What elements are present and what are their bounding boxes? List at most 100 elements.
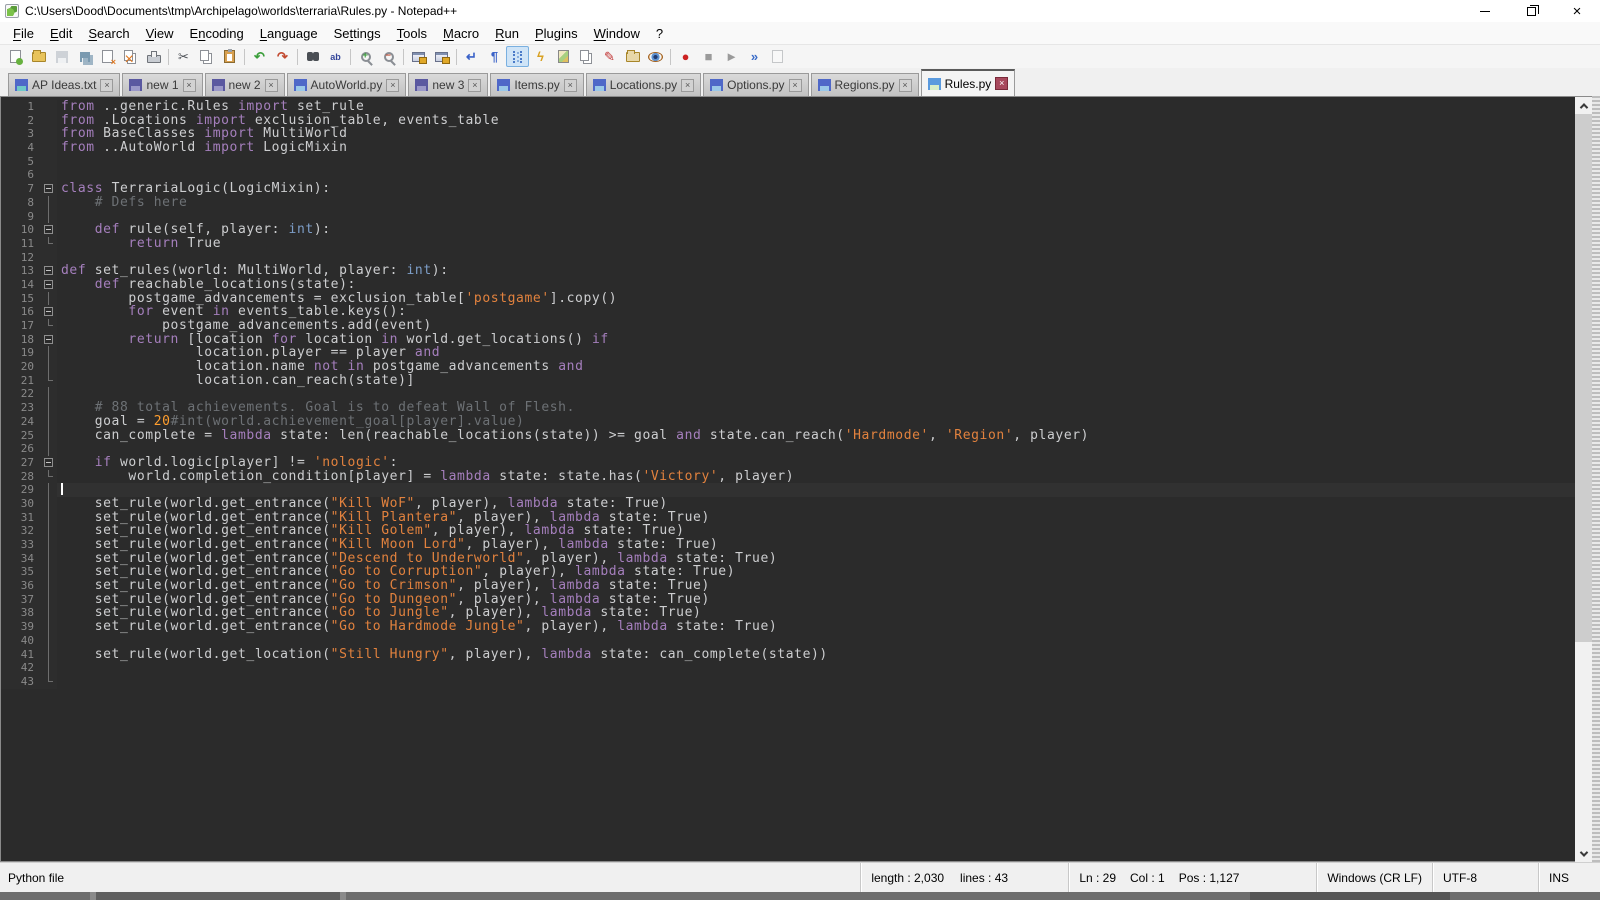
code-text[interactable]: if world.logic[player] != 'nologic': — [57, 456, 1575, 470]
tab-items-py[interactable]: Items.py× — [490, 73, 583, 96]
open-file-button[interactable] — [27, 46, 50, 67]
show-all-characters-button[interactable]: ¶ — [483, 46, 506, 67]
save-recorded-macro-button[interactable] — [766, 46, 789, 67]
restore-button[interactable] — [1508, 0, 1554, 22]
scrollbar-thumb[interactable] — [1575, 114, 1592, 642]
tab-ap-ideas-txt[interactable]: AP Ideas.txt× — [8, 73, 120, 96]
scroll-up-button[interactable] — [1575, 97, 1592, 114]
menu-run[interactable]: Run — [487, 24, 527, 43]
code-text[interactable]: world.completion_condition[player] = lam… — [57, 470, 1575, 484]
tab-locations-py[interactable]: Locations.py× — [586, 73, 701, 96]
tab-close-items-py[interactable]: × — [564, 79, 577, 92]
code-text[interactable]: from .Locations import exclusion_table, … — [57, 114, 1575, 128]
folder-as-workspace-button[interactable] — [621, 46, 644, 67]
synchronize-vertical-scrolling-button[interactable] — [407, 46, 430, 67]
code-text[interactable]: def reachable_locations(state): — [57, 278, 1575, 292]
new-file-button[interactable] — [4, 46, 27, 67]
code-text[interactable]: return [location for location in world.g… — [57, 333, 1575, 347]
save-button[interactable] — [50, 46, 73, 67]
code-text[interactable]: can_complete = lambda state: len(reachab… — [57, 429, 1575, 443]
code-text[interactable] — [57, 168, 1575, 182]
tab-rules-py[interactable]: Rules.py× — [921, 69, 1016, 96]
fold-collapse-icon[interactable] — [44, 458, 53, 467]
code-text[interactable]: set_rule(world.get_entrance("Go to Crims… — [57, 579, 1575, 593]
code-text[interactable] — [57, 210, 1575, 224]
zoom-out-button[interactable]: − — [377, 46, 400, 67]
tab-autoworld-py[interactable]: AutoWorld.py× — [287, 73, 407, 96]
menu-view[interactable]: View — [138, 24, 182, 43]
synchronize-horizontal-scrolling-button[interactable] — [430, 46, 453, 67]
code-text[interactable]: # 88 total achievements. Goal is to defe… — [57, 401, 1575, 415]
menu-search[interactable]: Search — [80, 24, 137, 43]
fold-collapse-icon[interactable] — [44, 280, 53, 289]
tab-regions-py[interactable]: Regions.py× — [811, 73, 919, 96]
menu-edit[interactable]: Edit — [42, 24, 80, 43]
code-text[interactable]: return True — [57, 237, 1575, 251]
code-text[interactable]: set_rule(world.get_entrance("Descend to … — [57, 552, 1575, 566]
code-text[interactable] — [57, 387, 1575, 401]
print-button[interactable] — [142, 46, 165, 67]
function-completion-button[interactable]: ϟ — [529, 46, 552, 67]
status-insert-mode[interactable]: INS — [1538, 863, 1600, 892]
fold-collapse-icon[interactable] — [44, 225, 53, 234]
find-button[interactable] — [301, 46, 324, 67]
code-text[interactable]: set_rule(world.get_entrance("Kill Plante… — [57, 511, 1575, 525]
paste-button[interactable] — [218, 46, 241, 67]
tab-close-rules-py[interactable]: × — [995, 77, 1008, 90]
code-text[interactable]: set_rule(world.get_entrance("Kill Golem"… — [57, 524, 1575, 538]
fold-collapse-icon[interactable] — [44, 184, 53, 193]
tab-options-py[interactable]: Options.py× — [703, 73, 808, 96]
code-text[interactable] — [57, 634, 1575, 648]
window-resize-border[interactable] — [1592, 96, 1600, 862]
code-text[interactable]: location.can_reach(state)] — [57, 374, 1575, 388]
redo-button[interactable]: ↷ — [271, 46, 294, 67]
code-text[interactable] — [57, 675, 1575, 689]
code-text[interactable]: location.player == player and — [57, 346, 1575, 360]
menu-plugins[interactable]: Plugins — [527, 24, 586, 43]
copy-button[interactable] — [195, 46, 218, 67]
tab-close-options-py[interactable]: × — [789, 79, 802, 92]
code-text[interactable] — [57, 155, 1575, 169]
view-monitoring-button[interactable] — [644, 46, 667, 67]
code-text[interactable]: set_rule(world.get_location("Still Hungr… — [57, 648, 1575, 662]
code-text[interactable]: from BaseClasses import MultiWorld — [57, 127, 1575, 141]
close-button[interactable]: × — [1554, 0, 1600, 22]
code-text[interactable]: set_rule(world.get_entrance("Go to Jungl… — [57, 606, 1575, 620]
code-text[interactable]: set_rule(world.get_entrance("Go to Dunge… — [57, 593, 1575, 607]
code-text[interactable]: set_rule(world.get_entrance("Go to Hardm… — [57, 620, 1575, 634]
menu-language[interactable]: Language — [252, 24, 326, 43]
tab-close-new-1[interactable]: × — [183, 79, 196, 92]
code-text[interactable]: def set_rules(world: MultiWorld, player:… — [57, 264, 1575, 278]
replace-button[interactable]: ab — [324, 46, 347, 67]
code-text[interactable]: set_rule(world.get_entrance("Go to Corru… — [57, 565, 1575, 579]
code-text[interactable]: goal = 20#int(world.achievement_goal[pla… — [57, 415, 1575, 429]
tab-new-3[interactable]: new 3× — [408, 73, 488, 96]
code-text[interactable]: postgame_advancements = exclusion_table[… — [57, 292, 1575, 306]
close-all-files-button[interactable]: × — [119, 46, 142, 67]
code-text[interactable]: postgame_advancements.add(event) — [57, 319, 1575, 333]
code-text[interactable]: def rule(self, player: int): — [57, 223, 1575, 237]
show-indent-guide-button[interactable] — [506, 46, 529, 67]
edit-popup-button[interactable]: ✎ — [598, 46, 621, 67]
run-macro-multiple-times-button[interactable]: » — [743, 46, 766, 67]
document-map-button[interactable] — [552, 46, 575, 67]
code-text[interactable]: from ..AutoWorld import LogicMixin — [57, 141, 1575, 155]
tab-close-new-2[interactable]: × — [265, 79, 278, 92]
scroll-down-button[interactable] — [1575, 845, 1592, 862]
tab-new-2[interactable]: new 2× — [205, 73, 285, 96]
close-file-button[interactable]: × — [96, 46, 119, 67]
cut-button[interactable]: ✂ — [172, 46, 195, 67]
code-text[interactable] — [57, 442, 1575, 456]
code-text[interactable]: class TerrariaLogic(LogicMixin): — [57, 182, 1575, 196]
code-text[interactable] — [57, 661, 1575, 675]
stop-recording-button[interactable]: ■ — [697, 46, 720, 67]
save-all-button[interactable] — [73, 46, 96, 67]
menu-window[interactable]: Window — [586, 24, 648, 43]
code-text[interactable]: location.name not in postgame_advancemen… — [57, 360, 1575, 374]
code-text[interactable]: for event in events_table.keys(): — [57, 305, 1575, 319]
start-recording-button[interactable]: ● — [674, 46, 697, 67]
code-text[interactable]: set_rule(world.get_entrance("Kill WoF", … — [57, 497, 1575, 511]
zoom-in-button[interactable]: + — [354, 46, 377, 67]
fold-collapse-icon[interactable] — [44, 307, 53, 316]
menu-tools[interactable]: Tools — [389, 24, 435, 43]
